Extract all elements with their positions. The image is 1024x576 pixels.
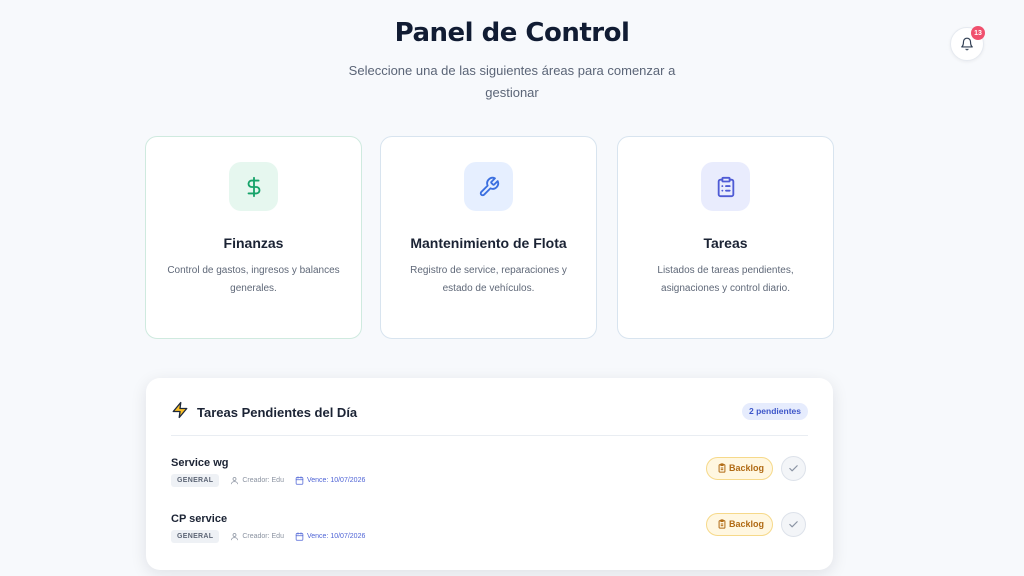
card-title: Mantenimiento de Flota	[410, 235, 567, 251]
pending-tasks-panel: Tareas Pendientes del Día 2 pendientes S…	[146, 378, 833, 570]
card-description: Listados de tareas pendientes, asignacio…	[657, 265, 794, 294]
notifications-button[interactable]: 13	[950, 26, 985, 61]
card-description: Registro de service, reparaciones y esta…	[410, 265, 567, 294]
task-row[interactable]: CP service GENERAL Creador: Edu Vence: 1…	[171, 512, 808, 549]
page-subtitle: Seleccione una de las siguientes áreas p…	[348, 63, 676, 100]
flota-icon-box	[464, 162, 513, 211]
complete-task-button[interactable]	[781, 512, 806, 537]
tareas-icon-box	[701, 162, 750, 211]
calendar-icon	[295, 476, 304, 485]
task-creator: Creador: Edu	[230, 476, 284, 485]
task-name: CP service	[171, 513, 228, 525]
finanzas-icon-box	[229, 162, 278, 211]
page-title: Panel de Control	[394, 18, 630, 48]
page-header: Panel de Control Seleccione una de las s…	[0, 18, 1024, 104]
complete-task-button[interactable]	[781, 456, 806, 481]
task-due-date: Vence: 10/07/2026	[295, 476, 365, 485]
clipboard-icon	[717, 176, 734, 197]
task-due-text: Vence: 10/07/2026	[306, 533, 366, 540]
clipboard-icon	[718, 519, 726, 529]
user-icon	[231, 533, 239, 541]
task-meta: GENERAL Creador: Edu Vence: 10/07/2026	[171, 530, 365, 543]
check-icon	[789, 521, 798, 528]
task-meta: GENERAL Creador: Edu Vence: 10/07/2026	[171, 474, 365, 487]
panel-title: Tareas Pendientes del Día	[197, 405, 358, 420]
task-creator-text: Creador: Edu	[242, 477, 284, 484]
card-title: Tareas	[703, 235, 748, 251]
wrench-icon	[479, 176, 499, 196]
user-icon	[231, 477, 239, 485]
task-creator: Creador: Edu	[230, 532, 284, 541]
task-category-tag: GENERAL	[171, 474, 220, 487]
task-name: Service wg	[171, 457, 229, 469]
task-status-text: Backlog	[728, 519, 764, 529]
task-row[interactable]: Service wg GENERAL Creador: Edu Vence: 1…	[171, 456, 808, 493]
task-due-text: Vence: 10/07/2026	[306, 477, 366, 484]
task-category-tag: GENERAL	[171, 530, 220, 543]
calendar-icon	[295, 532, 304, 541]
bolt-icon	[172, 401, 188, 419]
card-mantenimiento-flota[interactable]: Mantenimiento de Flota Registro de servi…	[380, 136, 597, 339]
card-tareas[interactable]: Tareas Listados de tareas pendientes, as…	[617, 136, 834, 339]
task-status-text: Backlog	[728, 463, 764, 473]
clipboard-icon	[718, 463, 726, 473]
task-status-pill[interactable]: Backlog	[705, 513, 773, 536]
panel-header: Tareas Pendientes del Día 2 pendientes	[171, 400, 808, 436]
card-description: Control de gastos, ingresos y balances g…	[167, 265, 340, 294]
notification-count-badge: 13	[971, 26, 985, 40]
task-due-date: Vence: 10/07/2026	[295, 532, 365, 541]
card-finanzas[interactable]: Finanzas Control de gastos, ingresos y b…	[145, 136, 362, 339]
task-creator-text: Creador: Edu	[242, 533, 284, 540]
card-title: Finanzas	[223, 235, 284, 251]
bell-icon	[961, 37, 973, 51]
pending-count-badge: 2 pendientes	[742, 403, 808, 420]
dollar-icon	[247, 176, 260, 197]
check-icon	[789, 465, 798, 472]
task-status-pill[interactable]: Backlog	[705, 457, 773, 480]
